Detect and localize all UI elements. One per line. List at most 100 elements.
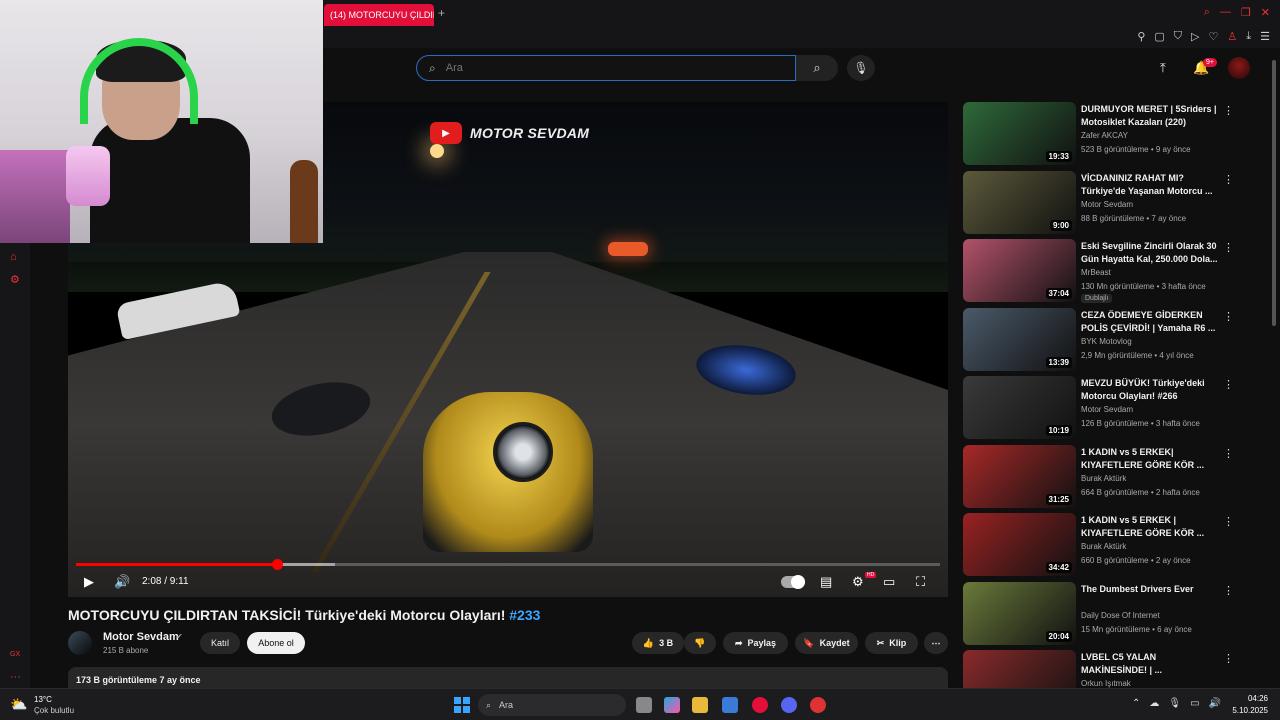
volume-icon[interactable]: 🔊 bbox=[1209, 698, 1221, 709]
recommended-channel[interactable]: MrBeast bbox=[1081, 268, 1111, 277]
recommended-video[interactable]: 20:04 The Dumbest Drivers Ever Daily Dose … bbox=[963, 581, 1233, 646]
video-thumbnail[interactable]: 34:42 bbox=[963, 513, 1076, 576]
page-scrollbar[interactable] bbox=[1272, 60, 1276, 326]
home-icon[interactable]: ⌂ bbox=[10, 251, 17, 263]
search-bar[interactable]: ⌕ bbox=[416, 55, 796, 81]
opera-gx-icon[interactable] bbox=[752, 697, 768, 713]
search-button[interactable]: ⌕ bbox=[796, 55, 838, 81]
dislike-button[interactable]: 👎 bbox=[684, 632, 716, 654]
video-hashtag[interactable]: #233 bbox=[509, 607, 540, 623]
video-thumbnail[interactable]: 10:19 bbox=[963, 376, 1076, 439]
gx-icon[interactable]: GX bbox=[10, 651, 20, 658]
video-thumbnail[interactable]: 37:04 bbox=[963, 239, 1076, 302]
minimize-icon[interactable]: — bbox=[1220, 6, 1231, 19]
profile-icon[interactable]: ♙ bbox=[1227, 30, 1237, 43]
account-avatar[interactable] bbox=[1228, 57, 1250, 79]
windows-start-icon[interactable] bbox=[454, 697, 470, 713]
autoplay-toggle[interactable] bbox=[781, 575, 805, 589]
save-button[interactable]: 🔖 Kaydet bbox=[795, 632, 858, 654]
recommended-channel[interactable]: Burak Aktürk bbox=[1081, 474, 1126, 483]
chevron-up-icon[interactable]: ⌃ bbox=[1132, 698, 1140, 709]
like-button[interactable]: 👍 3 B bbox=[632, 632, 684, 654]
more-vert-icon[interactable]: ⋮ bbox=[1223, 515, 1233, 528]
maximize-icon[interactable]: ❐ bbox=[1241, 6, 1251, 19]
recommended-video[interactable]: 10:19 MEVZU BÜYÜK! Türkiye'deki Motorcu O… bbox=[963, 376, 1233, 440]
recommended-title[interactable]: LVBEL C5 YALAN MAKİNESİNDE! | ... bbox=[1081, 651, 1221, 677]
more-vert-icon[interactable]: ⋮ bbox=[1223, 241, 1233, 254]
theater-mode-icon[interactable]: ▭ bbox=[883, 574, 895, 590]
recommended-channel[interactable]: Motor Sevdam bbox=[1081, 405, 1133, 414]
taskbar-search[interactable]: ⌕ Ara bbox=[478, 694, 626, 716]
recommended-video[interactable]: 13:39 CEZA ÖDEMEYE GİDERKEN POLİS ÇEVİRDİ… bbox=[963, 307, 1233, 372]
weather-icon[interactable]: ⛅ bbox=[10, 696, 27, 713]
cloud-icon[interactable]: ☁ bbox=[1149, 698, 1159, 709]
heart-icon[interactable]: ♡ bbox=[1209, 30, 1219, 43]
recommended-video[interactable]: 31:25 1 KADIN vs 5 ERKEK| KIYAFETLERE GÖR… bbox=[963, 444, 1233, 509]
recommended-title[interactable]: DURMUYOR MERET | 5Sriders | Motosiklet K… bbox=[1081, 103, 1221, 129]
more-icon[interactable]: ··· bbox=[10, 671, 21, 683]
recommended-title[interactable]: MEVZU BÜYÜK! Türkiye'deki Motorcu Olayla… bbox=[1081, 377, 1221, 403]
video-thumbnail[interactable]: 19:33 bbox=[963, 102, 1076, 165]
shield-icon[interactable]: ⛉ bbox=[1174, 30, 1182, 43]
settings-icon[interactable]: ⚙ bbox=[852, 574, 864, 590]
volume-icon[interactable]: 🔊 bbox=[114, 574, 130, 590]
discord-icon[interactable] bbox=[781, 697, 797, 713]
share-button[interactable]: ➦ Paylaş bbox=[723, 632, 788, 654]
recommended-video[interactable]: LVBEL C5 YALAN MAKİNESİNDE! | ... Orkun I… bbox=[963, 650, 1233, 688]
play-icon[interactable]: ▷ bbox=[1191, 30, 1199, 43]
file-explorer-icon[interactable] bbox=[692, 697, 708, 713]
video-thumbnail[interactable]: 13:39 bbox=[963, 307, 1076, 371]
recommended-channel[interactable]: Burak Aktürk bbox=[1081, 542, 1126, 551]
video-thumbnail[interactable]: 9:00 bbox=[963, 170, 1076, 234]
recommended-channel[interactable]: Zafer AKCAY bbox=[1081, 131, 1128, 140]
more-vert-icon[interactable]: ⋮ bbox=[1223, 447, 1233, 460]
channel-avatar[interactable] bbox=[68, 631, 92, 655]
recommended-title[interactable]: VİCDANINIZ RAHAT MI? Türkiye'de Yaşanan … bbox=[1081, 172, 1221, 198]
download-icon[interactable]: ⤓ bbox=[1246, 30, 1251, 43]
search-input[interactable] bbox=[445, 62, 766, 74]
more-vert-icon[interactable]: ⋮ bbox=[1223, 104, 1233, 117]
browser-tab[interactable]: (14) MOTORCUYU ÇILDIR bbox=[324, 4, 434, 26]
recommended-video[interactable]: 37:04 Eski Sevgiline Zincirli Olarak 30 G… bbox=[963, 239, 1233, 303]
recommended-title[interactable]: 1 KADIN vs 5 ERKEK | KIYAFETLERE GÖRE KÖ… bbox=[1081, 514, 1221, 540]
progress-bar[interactable] bbox=[76, 559, 940, 570]
recommended-channel[interactable]: Motor Sevdam bbox=[1081, 200, 1133, 209]
recommended-title[interactable]: 1 KADIN vs 5 ERKEK| KIYAFETLERE GÖRE KÖR… bbox=[1081, 446, 1221, 472]
fullscreen-icon[interactable]: ⛶ bbox=[916, 574, 925, 590]
store-icon[interactable] bbox=[722, 697, 738, 713]
recommended-video[interactable]: 9:00 VİCDANINIZ RAHAT MI? Türkiye'de Yaşa… bbox=[963, 170, 1233, 235]
channel-name[interactable]: Motor Sevdam bbox=[103, 631, 179, 643]
play-icon[interactable]: ▶ bbox=[84, 574, 94, 590]
recommended-title[interactable]: CEZA ÖDEMEYE GİDERKEN POLİS ÇEVİRDİ! | Y… bbox=[1081, 309, 1221, 335]
recommended-channel[interactable]: BYK Motovlog bbox=[1081, 337, 1132, 346]
close-icon[interactable]: ✕ bbox=[1261, 6, 1270, 19]
clip-button[interactable]: ✂ Klip bbox=[865, 632, 918, 654]
video-thumbnail[interactable]: 20:04 bbox=[963, 581, 1076, 645]
menu-icon[interactable]: ☰ bbox=[1260, 30, 1270, 43]
copilot-icon[interactable] bbox=[664, 697, 680, 713]
clock-time[interactable]: 04:26 bbox=[1232, 694, 1268, 703]
recommended-channel[interactable]: Daily Dose Of Internet bbox=[1081, 611, 1160, 620]
recommended-title[interactable]: The Dumbest Drivers Ever bbox=[1081, 583, 1221, 596]
pin-icon[interactable]: ⚲ bbox=[1137, 30, 1145, 43]
task-view-icon[interactable] bbox=[636, 697, 652, 713]
microphone-icon[interactable]: 🎙 bbox=[1168, 698, 1181, 709]
settings-icon[interactable]: ⚙ bbox=[10, 273, 20, 286]
screenshot-icon[interactable]: ▢ bbox=[1154, 30, 1164, 43]
more-vert-icon[interactable]: ⋮ bbox=[1223, 378, 1233, 391]
more-vert-icon[interactable]: ⋮ bbox=[1223, 173, 1233, 186]
recommended-video[interactable]: 19:33 DURMUYOR MERET | 5Sriders | Motosik… bbox=[963, 102, 1233, 166]
clock-date[interactable]: 5.10.2025 bbox=[1226, 706, 1268, 715]
recommended-title[interactable]: Eski Sevgiline Zincirli Olarak 30 Gün Ha… bbox=[1081, 240, 1221, 266]
new-tab-button[interactable]: + bbox=[438, 6, 445, 20]
app-icon[interactable] bbox=[810, 697, 826, 713]
video-thumbnail[interactable] bbox=[963, 650, 1076, 688]
more-vert-icon[interactable]: ⋮ bbox=[1223, 652, 1233, 665]
more-vert-icon[interactable]: ⋮ bbox=[1223, 310, 1233, 323]
subtitles-icon[interactable]: ▤ bbox=[820, 574, 832, 590]
search-icon[interactable]: ⌕ bbox=[1204, 6, 1210, 19]
recommended-channel[interactable]: Orkun Işıtmak bbox=[1081, 679, 1131, 688]
voice-search-button[interactable]: 🎙 bbox=[847, 55, 875, 81]
more-actions-button[interactable]: ⋯ bbox=[924, 632, 948, 654]
subscribe-button[interactable]: Abone ol bbox=[247, 632, 305, 654]
